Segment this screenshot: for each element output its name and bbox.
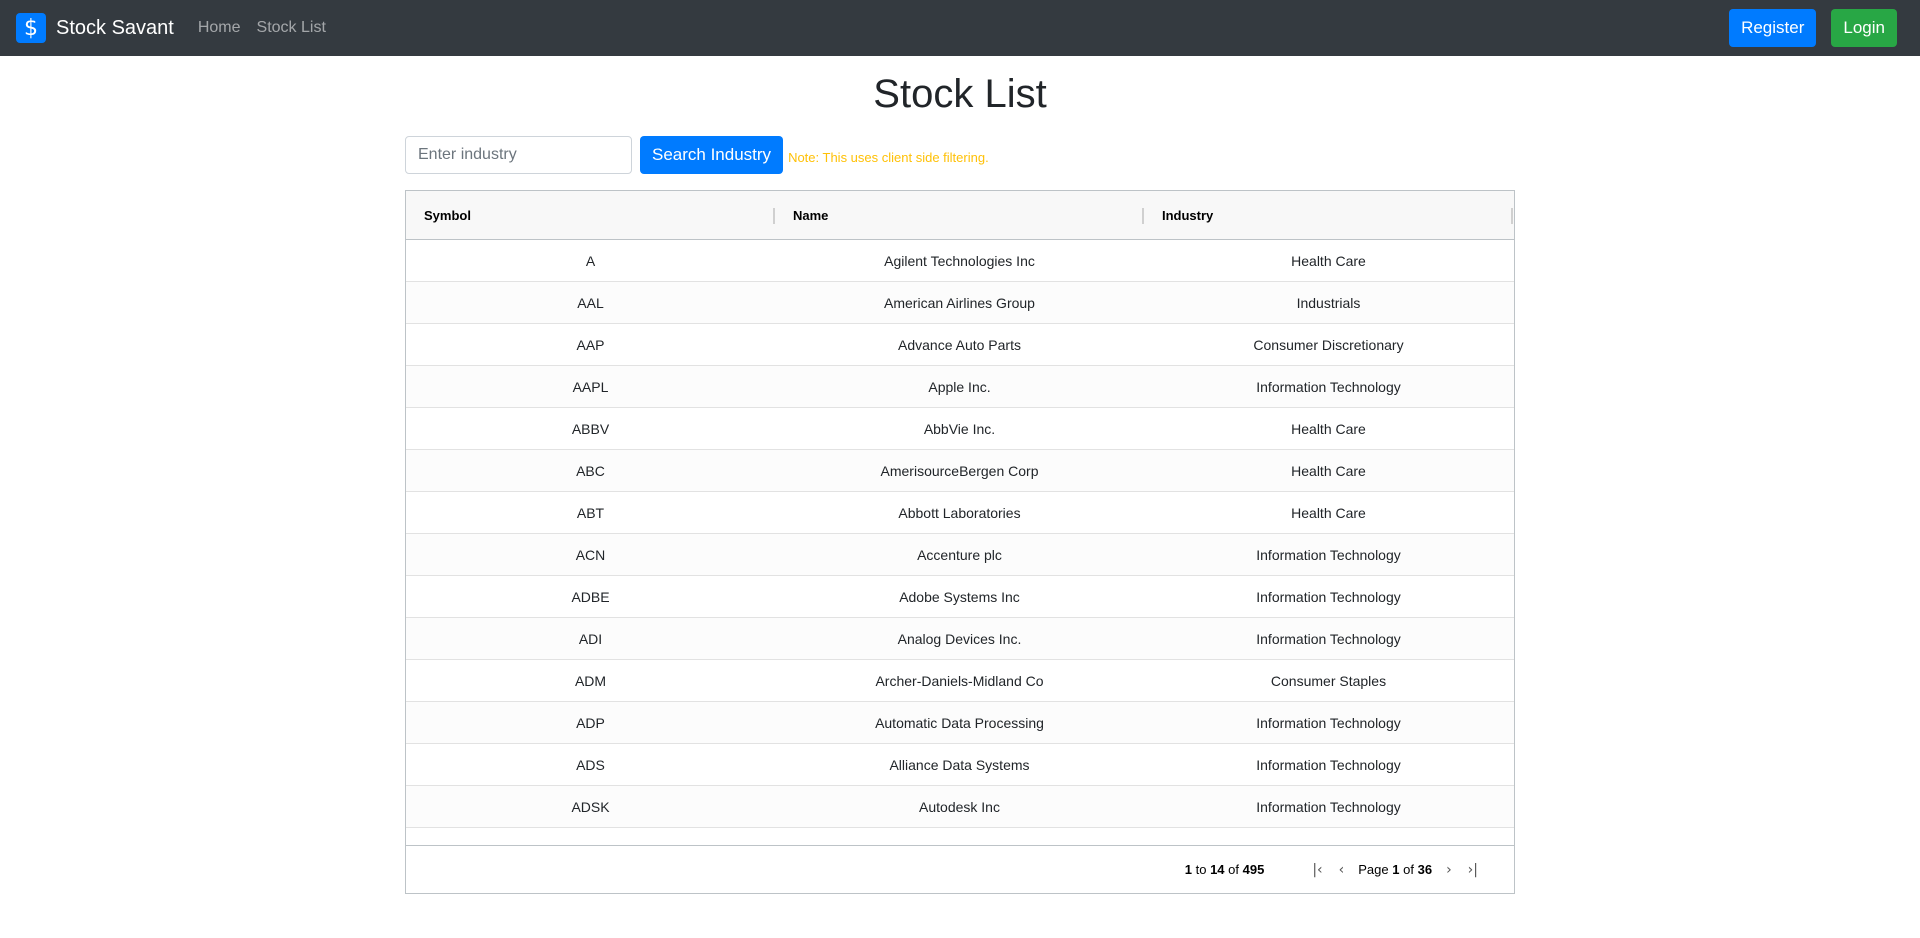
- cell-industry: Health Care: [1291, 504, 1366, 521]
- column-header-label: Symbol: [424, 207, 471, 223]
- column-header-symbol[interactable]: Symbol: [406, 191, 775, 239]
- cell-industry: Health Care: [1291, 252, 1366, 269]
- row-summary: 1 to 14 of 495: [1185, 862, 1265, 877]
- column-header-label: Name: [793, 207, 829, 223]
- cell-symbol: ADBE: [571, 588, 610, 605]
- of-label: of: [1228, 862, 1239, 877]
- search-row: Search Industry Note: This uses client s…: [405, 136, 989, 174]
- cell-symbol: AAPL: [572, 378, 609, 395]
- cell-industry: Consumer Discretionary: [1253, 336, 1404, 353]
- row-total: 495: [1242, 862, 1265, 877]
- cell-symbol: ADI: [578, 630, 603, 647]
- cell-symbol: ABT: [576, 504, 605, 521]
- table-row[interactable]: ADSK Autodesk Inc Information Technology: [406, 786, 1514, 828]
- cell-industry: Health Care: [1291, 462, 1366, 479]
- page-title: Stock List: [873, 72, 1047, 116]
- next-page-icon[interactable]: ›: [1446, 862, 1452, 878]
- cell-symbol: AAP: [576, 336, 605, 353]
- cell-industry: Industrials: [1296, 294, 1361, 311]
- of-label: of: [1403, 862, 1414, 877]
- previous-page-icon[interactable]: ‹: [1339, 862, 1345, 878]
- cell-name: Adobe Systems Inc: [899, 588, 1020, 605]
- cell-symbol: A: [585, 252, 596, 269]
- cell-symbol: ACN: [575, 546, 606, 563]
- row-to: 14: [1210, 862, 1225, 877]
- industry-search-input[interactable]: [405, 136, 632, 174]
- cell-industry: Health Care: [1291, 420, 1366, 437]
- table-row[interactable]: AAPL Apple Inc. Information Technology: [406, 366, 1514, 408]
- to-label: to: [1195, 862, 1207, 877]
- cell-name: Automatic Data Processing: [875, 714, 1044, 731]
- page-label: Page: [1358, 862, 1389, 877]
- first-page-icon[interactable]: |‹: [1312, 862, 1322, 878]
- cell-name: Accenture plc: [917, 546, 1002, 563]
- table-row[interactable]: ACN Accenture plc Information Technology: [406, 534, 1514, 576]
- total-pages: 36: [1417, 862, 1433, 877]
- column-resize-handle[interactable]: [1511, 208, 1513, 224]
- table-row[interactable]: AAP Advance Auto Parts Consumer Discretion…: [406, 324, 1514, 366]
- table-row[interactable]: A Agilent Technologies Inc Health Care: [406, 240, 1514, 282]
- cell-name: AmerisourceBergen Corp: [880, 462, 1039, 479]
- table-row[interactable]: ADP Automatic Data Processing Information …: [406, 702, 1514, 744]
- register-button[interactable]: Register: [1729, 9, 1817, 47]
- grid-pagination: 1 to 14 of 495 |‹ ‹ Page 1 of 36 › ›|: [406, 845, 1514, 893]
- cell-symbol: ADSK: [571, 798, 610, 815]
- cell-name: Agilent Technologies Inc: [884, 252, 1035, 269]
- nav-links: Home Stock List: [198, 19, 342, 37]
- cell-symbol: ADP: [576, 714, 605, 731]
- cell-industry: Information Technology: [1256, 798, 1401, 815]
- brand[interactable]: $ Stock Savant: [16, 13, 174, 43]
- cell-symbol: ADS: [576, 756, 605, 773]
- column-header-name[interactable]: Name: [775, 191, 1144, 239]
- column-header-label: Industry: [1162, 207, 1214, 223]
- cell-name: Advance Auto Parts: [898, 336, 1021, 353]
- nav-actions: Register Login: [1729, 9, 1897, 47]
- cell-name: Apple Inc.: [928, 378, 991, 395]
- cell-symbol: AAL: [577, 294, 604, 311]
- nav-link-home[interactable]: Home: [198, 19, 241, 37]
- brand-name: Stock Savant: [56, 16, 174, 39]
- table-row[interactable]: ABT Abbott Laboratories Health Care: [406, 492, 1514, 534]
- page-info: Page 1 of 36: [1358, 862, 1432, 877]
- table-row[interactable]: ADI Analog Devices Inc. Information Techno…: [406, 618, 1514, 660]
- cell-name: Abbott Laboratories: [898, 504, 1021, 521]
- cell-name: Autodesk Inc: [919, 798, 1000, 815]
- row-from: 1: [1184, 862, 1192, 877]
- cell-name: American Airlines Group: [884, 294, 1035, 311]
- cell-industry: Information Technology: [1256, 378, 1401, 395]
- cell-name: Alliance Data Systems: [889, 756, 1030, 773]
- column-header-industry[interactable]: Industry: [1144, 191, 1513, 239]
- table-row[interactable]: ABBV AbbVie Inc. Health Care: [406, 408, 1514, 450]
- table-row[interactable]: ADM Archer-Daniels-Midland Co Consumer Sta…: [406, 660, 1514, 702]
- cell-name: Archer-Daniels-Midland Co: [875, 672, 1044, 689]
- search-industry-button[interactable]: Search Industry: [640, 136, 784, 174]
- table-row[interactable]: AAL American Airlines Group Industrials: [406, 282, 1514, 324]
- navbar: $ Stock Savant Home Stock List Register …: [0, 0, 1920, 56]
- cell-symbol: ABC: [576, 462, 605, 479]
- table-row[interactable]: ABC AmerisourceBergen Corp Health Care: [406, 450, 1514, 492]
- cell-name: Analog Devices Inc.: [897, 630, 1022, 647]
- dollar-icon: $: [16, 13, 46, 43]
- cell-symbol: ABBV: [571, 420, 610, 437]
- cell-industry: Consumer Staples: [1270, 672, 1387, 689]
- table-row[interactable]: ADBE Adobe Systems Inc Information Technol…: [406, 576, 1514, 618]
- cell-name: AbbVie Inc.: [923, 420, 996, 437]
- grid-body: A Agilent Technologies Inc Health Care AAL A…: [406, 240, 1514, 844]
- nav-link-stock-list[interactable]: Stock List: [257, 19, 326, 37]
- table-row[interactable]: ADS Alliance Data Systems Information Tech…: [406, 744, 1514, 786]
- cell-industry: Information Technology: [1256, 588, 1401, 605]
- filter-note: Note: This uses client side filtering.: [788, 149, 989, 165]
- cell-industry: Information Technology: [1256, 546, 1401, 563]
- cell-symbol: ADM: [574, 672, 607, 689]
- cell-industry: Information Technology: [1256, 714, 1401, 731]
- login-button[interactable]: Login: [1831, 9, 1897, 47]
- cell-industry: Information Technology: [1256, 630, 1401, 647]
- current-page: 1: [1392, 862, 1400, 877]
- last-page-icon[interactable]: ›|: [1468, 862, 1478, 878]
- stock-grid: Symbol Name Industry A Agilent Technologi…: [405, 190, 1515, 894]
- cell-industry: Information Technology: [1256, 756, 1401, 773]
- grid-header: Symbol Name Industry: [406, 191, 1514, 240]
